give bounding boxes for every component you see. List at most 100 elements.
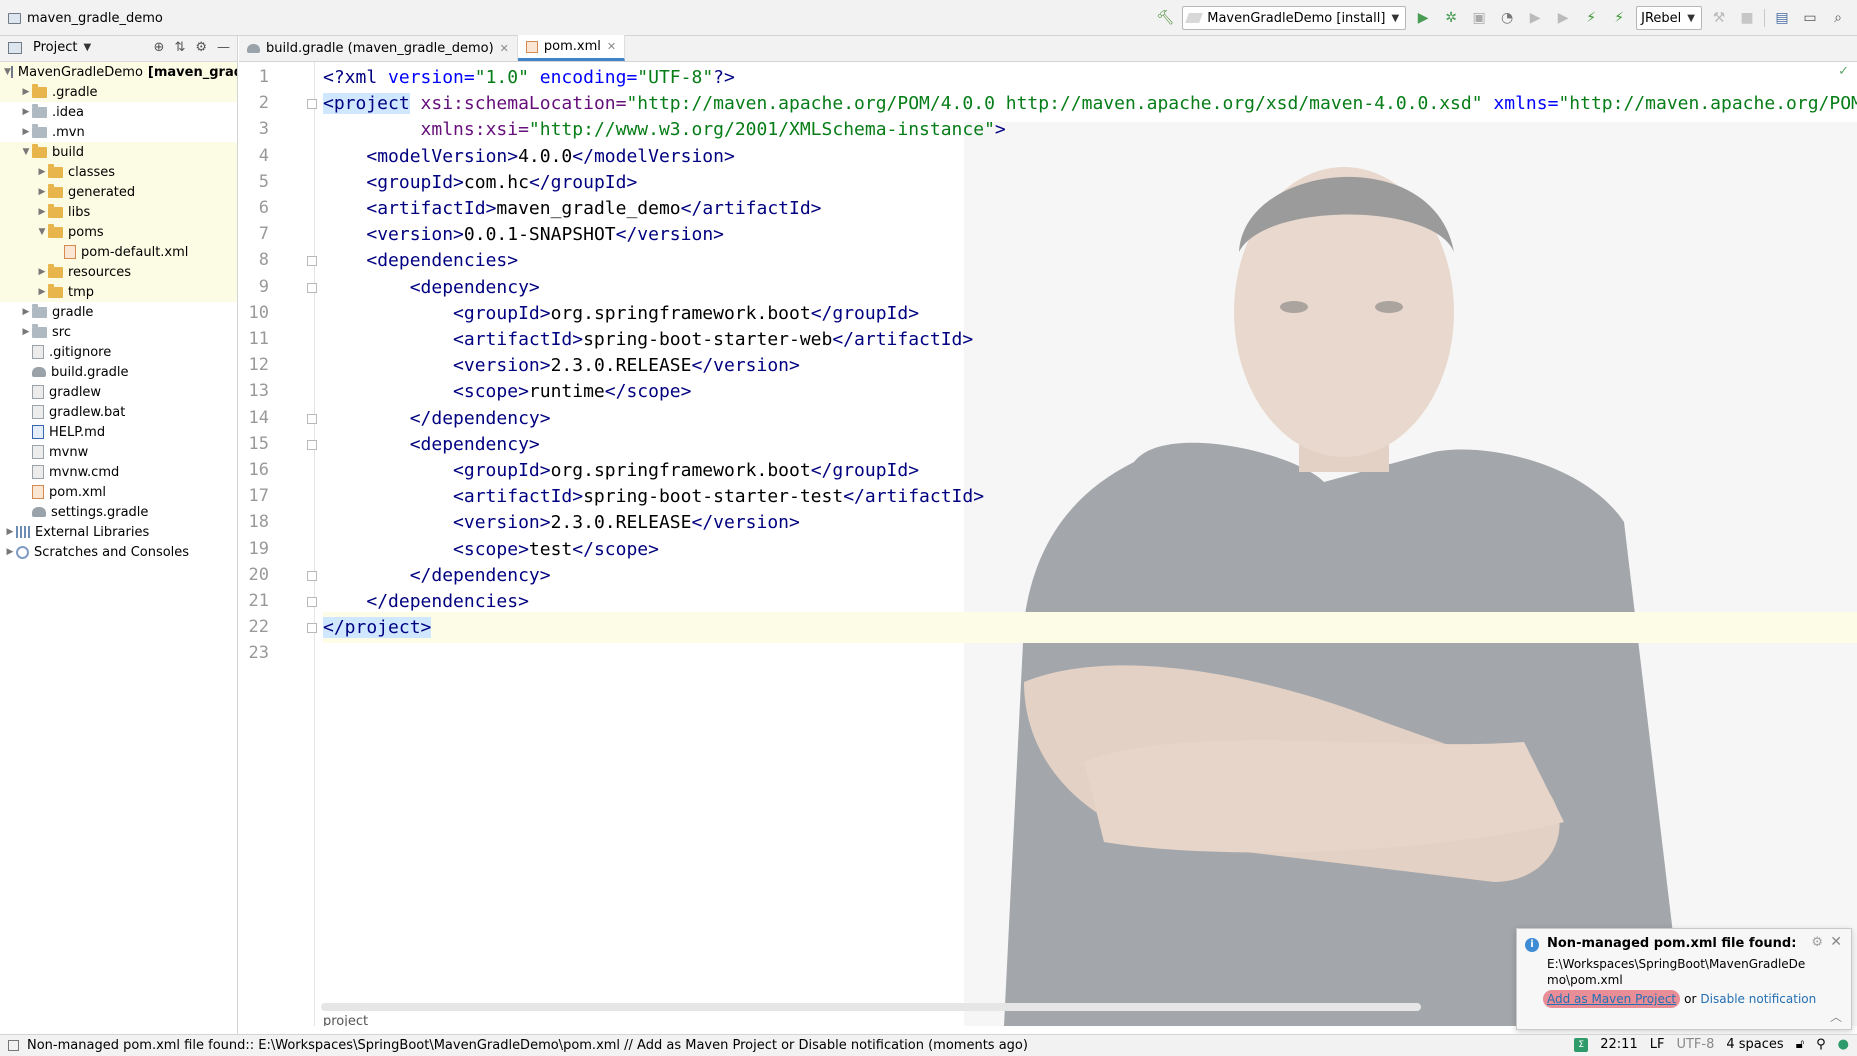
expand-arrow-icon[interactable]: ▼ [36, 227, 48, 237]
editor-tab[interactable]: build.gradle (maven_gradle_demo) ✕ [239, 35, 518, 61]
collapse-arrow-icon[interactable]: ▶ [4, 547, 16, 557]
project-breadcrumb[interactable]: maven_gradle_demo [8, 9, 163, 27]
tree-item[interactable]: pom.xml [0, 482, 237, 502]
collapse-all-icon[interactable]: ⇅ [174, 40, 185, 55]
close-icon[interactable]: ✕ [500, 42, 509, 55]
close-icon[interactable]: ✕ [1830, 934, 1842, 950]
code-token: </version> [691, 512, 800, 534]
jrebel-debug-icon[interactable]: ⚡︎ [1608, 7, 1630, 29]
fold-marker-icon[interactable] [307, 570, 317, 581]
memory-indicator-icon[interactable]: ● [1838, 1037, 1849, 1052]
fold-marker-icon[interactable] [307, 439, 317, 450]
project-structure-icon[interactable]: ▤ [1771, 7, 1793, 29]
collapse-arrow-icon[interactable]: ▶ [36, 187, 48, 197]
fold-marker-icon[interactable] [307, 282, 317, 293]
file-encoding[interactable]: UTF-8 [1676, 1037, 1714, 1052]
collapse-arrow-icon[interactable]: ▶ [20, 327, 32, 337]
git-icon[interactable]: ⚲ [1816, 1037, 1826, 1052]
tree-item[interactable]: ▶ External Libraries [0, 522, 237, 542]
code-token: > [994, 119, 1006, 141]
run-icon[interactable]: ▶ [1412, 7, 1434, 29]
editor-breadcrumb[interactable]: project [323, 1014, 368, 1026]
tree-item-label: poms [68, 224, 104, 240]
tree-item[interactable]: ▶ .idea [0, 102, 237, 122]
caret-position[interactable]: 22:11 [1600, 1037, 1637, 1052]
collapse-arrow-icon[interactable]: ▶ [20, 107, 32, 117]
coverage-icon[interactable]: ▣ [1468, 7, 1490, 29]
tree-item[interactable]: gradlew [0, 382, 237, 402]
fold-marker-icon[interactable] [307, 99, 317, 110]
tree-item[interactable]: mvnw [0, 442, 237, 462]
inspection-ok-icon[interactable]: ✓ [1838, 64, 1849, 79]
tree-item[interactable]: ▶ tmp [0, 282, 237, 302]
fold-marker-icon[interactable] [307, 256, 317, 267]
tree-item[interactable]: ▶ .mvn [0, 122, 237, 142]
add-as-maven-project-link[interactable]: Add as Maven Project [1543, 990, 1681, 1008]
indent-setting[interactable]: 4 spaces [1726, 1037, 1783, 1052]
close-icon[interactable]: ✕ [607, 40, 616, 53]
code-editor[interactable]: 1 2 3 4 5 6 7 8 9 10 11 12 13 14 15 16 17 18 19 20 21 22 23 <?… [239, 62, 1857, 1026]
tree-item[interactable]: ▶ Scratches and Consoles [0, 542, 237, 562]
disable-notification-link[interactable]: Disable notification [1700, 992, 1816, 1006]
chevron-up-icon[interactable]: ︿ [1830, 1008, 1842, 1025]
collapse-arrow-icon[interactable]: ▶ [36, 267, 48, 277]
editor-tab[interactable]: pom.xml ✕ [517, 35, 626, 61]
folder-icon [32, 123, 47, 138]
tree-item[interactable]: ▼ poms [0, 222, 237, 242]
collapse-arrow-icon[interactable]: ▶ [4, 527, 16, 537]
expand-arrow-icon[interactable]: ▼ [4, 67, 11, 77]
collapse-arrow-icon[interactable]: ▶ [36, 167, 48, 177]
collapse-arrow-icon[interactable]: ▶ [20, 307, 32, 317]
tree-item[interactable]: ▶ resources [0, 262, 237, 282]
stop-run-icon[interactable]: ▶ [1524, 7, 1546, 29]
collapse-arrow-icon[interactable]: ▶ [36, 207, 48, 217]
tree-item[interactable]: ▶ .gradle [0, 82, 237, 102]
attach-icon[interactable]: ⚒ [1708, 7, 1730, 29]
expand-arrow-icon[interactable]: ▼ [20, 147, 32, 157]
window-icon[interactable]: ▭ [1799, 7, 1821, 29]
tree-item[interactable]: ▶ src [0, 322, 237, 342]
event-log-icon[interactable]: Σ [1574, 1037, 1589, 1052]
tree-item[interactable]: .gitignore [0, 342, 237, 362]
run-configuration-select[interactable]: MavenGradleDemo [install] ▼ [1182, 6, 1407, 30]
project-view-select[interactable]: Project ▼ [8, 40, 91, 55]
tree-item[interactable]: pom-default.xml [0, 242, 237, 262]
stop-icon[interactable]: ■ [1736, 7, 1758, 29]
tree-item[interactable]: ▼ build [0, 142, 237, 162]
collapse-arrow-icon[interactable]: ▶ [20, 87, 32, 97]
code-line[interactable] [323, 638, 1857, 669]
fold-marker-icon[interactable] [307, 413, 317, 424]
lock-icon[interactable]: 🔓︎ [1796, 1037, 1804, 1052]
hide-icon[interactable]: — [217, 40, 230, 55]
fold-marker-icon[interactable] [307, 597, 317, 607]
code-token: <scope> [453, 381, 529, 403]
tree-item[interactable]: mvnw.cmd [0, 462, 237, 482]
tree-item[interactable]: ▶ libs [0, 202, 237, 222]
collapse-arrow-icon[interactable]: ▶ [36, 287, 48, 297]
tree-item[interactable]: gradlew.bat [0, 402, 237, 422]
collapse-arrow-icon[interactable]: ▶ [20, 127, 32, 137]
tree-item[interactable]: HELP.md [0, 422, 237, 442]
search-icon[interactable]: ⌕ [1827, 7, 1849, 29]
debug-icon[interactable]: ✲ [1440, 7, 1462, 29]
gear-icon[interactable]: ⚙︎ [195, 40, 207, 55]
build-hammer-icon[interactable]: 🔨︎ [1154, 7, 1176, 29]
status-message[interactable]: Non-managed pom.xml file found:: E:\Work… [27, 1038, 1028, 1053]
rerun-icon[interactable]: ▶ [1552, 7, 1574, 29]
tree-item[interactable]: settings.gradle [0, 502, 237, 522]
gear-icon[interactable]: ⚙︎ [1811, 935, 1823, 950]
jrebel-select[interactable]: JRebel ▼ [1636, 6, 1702, 30]
horizontal-scrollbar[interactable] [321, 1003, 1421, 1011]
jrebel-run-icon[interactable]: ⚡︎ [1580, 7, 1602, 29]
tree-item[interactable]: ▶ gradle [0, 302, 237, 322]
tree-item[interactable]: ▶ classes [0, 162, 237, 182]
line-separator[interactable]: LF [1650, 1037, 1665, 1052]
locate-icon[interactable]: ⊕ [154, 40, 165, 55]
tree-item[interactable]: build.gradle [0, 362, 237, 382]
profile-icon[interactable]: ◔ [1496, 7, 1518, 29]
tool-windows-toggle-icon[interactable] [8, 1040, 19, 1051]
fold-marker-icon[interactable] [307, 623, 317, 634]
tree-item[interactable]: ▼ MavenGradleDemo[maven_gradle_demo] [0, 62, 237, 82]
tree-item[interactable]: ▶ generated [0, 182, 237, 202]
